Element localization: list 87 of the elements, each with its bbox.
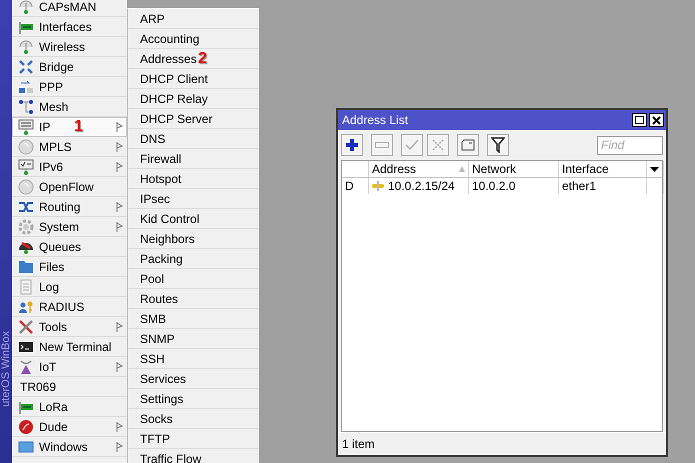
user-key-icon	[18, 298, 34, 314]
submenu-item[interactable]: ARP	[128, 9, 259, 29]
menu-item[interactable]: OpenFlow	[12, 177, 127, 197]
tower-icon	[18, 358, 34, 374]
menu-item[interactable]: Files	[12, 257, 127, 277]
submenu-item[interactable]: DHCP Relay	[128, 89, 259, 109]
menu-item[interactable]: IoT	[12, 357, 127, 377]
comment-button[interactable]	[457, 134, 479, 156]
step-number: 1	[74, 118, 83, 136]
tools-icon	[18, 318, 34, 334]
menu-item[interactable]: Log	[12, 277, 127, 297]
menu-item[interactable]: LoRa	[12, 397, 127, 417]
minus-icon	[375, 142, 389, 148]
cross-icon	[432, 139, 444, 151]
folder-icon	[18, 258, 34, 274]
ip-display-icon	[18, 118, 34, 134]
submenu-item[interactable]: SNMP	[128, 329, 259, 349]
plug-icon	[372, 181, 384, 191]
submenu-item[interactable]: Accounting	[128, 29, 259, 49]
gear-icon	[18, 218, 34, 234]
menu-item[interactable]: Queues	[12, 237, 127, 257]
column-header[interactable]: Interface	[559, 161, 647, 177]
column-header[interactable]: Address	[369, 161, 469, 177]
menu-item[interactable]: System	[12, 217, 127, 237]
window-icon	[18, 438, 34, 454]
menu-item[interactable]: MPLS	[12, 137, 127, 157]
submenu-item[interactable]: Neighbors	[128, 229, 259, 249]
column-menu[interactable]	[647, 161, 664, 177]
add-button[interactable]	[341, 134, 363, 156]
submenu-item[interactable]: Addresses2	[128, 49, 259, 69]
disc-icon	[18, 178, 34, 194]
table-cell: D	[342, 178, 369, 194]
plus-icon	[345, 138, 359, 152]
menu-item[interactable]: Interfaces	[12, 17, 127, 37]
menu-item[interactable]: Tools	[12, 317, 127, 337]
ball-icon	[18, 418, 34, 434]
submenu-item[interactable]: DNS	[128, 129, 259, 149]
table-cell: 10.0.2.15/24	[369, 178, 469, 194]
filter-button[interactable]	[487, 134, 509, 156]
table-cell: ether1	[559, 178, 647, 194]
antenna-icon	[18, 38, 34, 54]
connection-icon	[18, 78, 34, 94]
status-text: 1 item	[338, 432, 666, 455]
submenu-item[interactable]: TFTP	[128, 429, 259, 449]
submenu-item[interactable]: Socks	[128, 409, 259, 429]
note-icon	[461, 139, 475, 151]
submenu-item[interactable]: Settings	[128, 389, 259, 409]
antenna-icon	[18, 0, 34, 14]
submenu-item[interactable]: Packing	[128, 249, 259, 269]
dropdown-icon	[650, 166, 659, 172]
submenu-item[interactable]: Services	[128, 369, 259, 389]
disc-icon	[18, 138, 34, 154]
menu-item[interactable]: Routing	[12, 197, 127, 217]
nodes-icon	[18, 98, 34, 114]
submenu-item[interactable]: Firewall	[128, 149, 259, 169]
check-icon	[405, 139, 419, 151]
submenu-item[interactable]: Routes	[128, 289, 259, 309]
menu-item[interactable]: RADIUS	[12, 297, 127, 317]
document-icon	[18, 278, 34, 294]
step-number: 2	[198, 50, 207, 68]
menu-item[interactable]: Wireless	[12, 37, 127, 57]
menu-item[interactable]: IP 1	[12, 117, 127, 137]
find-field[interactable]: Find	[597, 136, 663, 154]
submenu-item[interactable]: Hotspot	[128, 169, 259, 189]
window-title: Address List	[342, 113, 410, 127]
menu-item[interactable]: New Terminal	[12, 337, 127, 357]
menu-item[interactable]: IPv6	[12, 157, 127, 177]
column-header[interactable]: Network	[469, 161, 559, 177]
submenu-item[interactable]: DHCP Server	[128, 109, 259, 129]
menu-item[interactable]: Dude	[12, 417, 127, 437]
submenu-item[interactable]: Pool	[128, 269, 259, 289]
table-cell: 10.0.2.0	[469, 178, 559, 194]
menu-item[interactable]: Windows	[12, 437, 127, 457]
submenu-item[interactable]: Traffic Flow	[128, 449, 259, 463]
filter-icon	[491, 137, 505, 153]
arrows-icon	[18, 58, 34, 74]
menu-item[interactable]: CAPsMAN	[12, 0, 127, 17]
submenu-item[interactable]: Kid Control	[128, 209, 259, 229]
submenu-item[interactable]: SSH	[128, 349, 259, 369]
close-button[interactable]	[649, 113, 664, 127]
submenu-item[interactable]: DHCP Client	[128, 69, 259, 89]
brand-text: uterOS WinBox	[0, 331, 12, 409]
submenu-item[interactable]: SMB	[128, 309, 259, 329]
maximize-button[interactable]	[632, 113, 647, 127]
ip-display-icon	[18, 158, 34, 174]
table-row[interactable]: D 10.0.2.15/24 10.0.2.0 ether1	[342, 178, 662, 194]
submenu-item[interactable]: IPsec	[128, 189, 259, 209]
